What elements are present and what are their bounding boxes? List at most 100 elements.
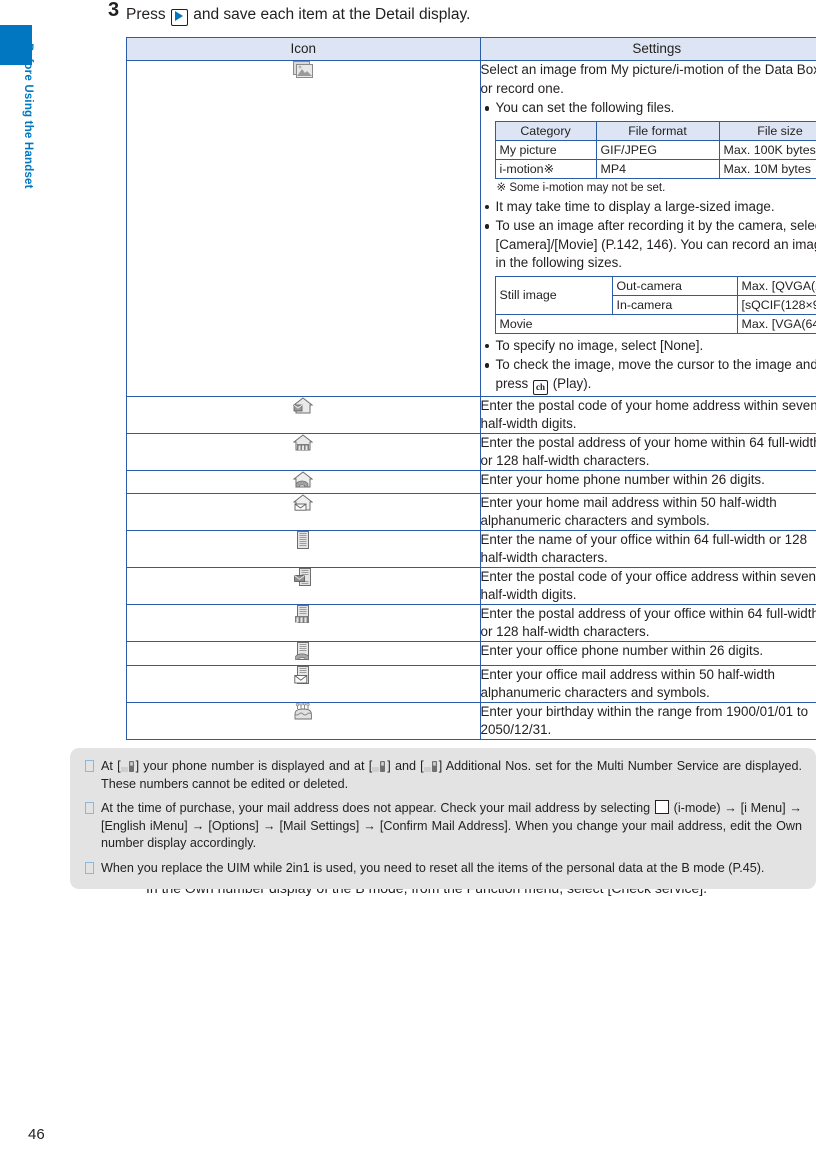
cell-icon [126,529,481,568]
image-bullets-mid: It may take time to display a large-size… [481,198,816,273]
cell-icon [126,566,481,605]
note-1-p3: ] and [ [387,759,424,773]
note-item: When you replace the UIM while 2in1 is u… [84,860,802,878]
header-icon: Icon [126,37,481,61]
note-1-p2: ] your phone number is displayed and at … [135,759,373,773]
cell-description: Enter the postal address of your office … [479,603,816,642]
birthday-icon [294,701,313,720]
cell-icon [126,701,481,740]
note-bullet-icon [85,861,94,874]
cell-icon-picture [126,60,481,397]
step-3: 3 Press and save each item at the Detail… [108,0,816,26]
recording-size-table: Still image Out-camera Max. [QVGA(240×32… [494,275,816,334]
cell-movie-size: Max. [VGA(640×480)] [736,313,816,334]
list-item: To use an image after recording it by th… [481,217,816,273]
cell-description: Enter your home mail address within 50 h… [479,492,816,531]
step-3-heading: Press and save each item at the Detail d… [126,4,816,26]
table-row: Enter the name of your office within 64 … [126,529,816,568]
home-phone-icon [292,470,314,488]
file-spec-header-format: File format [595,120,720,141]
image-footnote: ※ Some i-motion may not be set. [496,181,666,194]
list-item: To specify no image, select [None]. [481,337,816,356]
table-row-image: Select an image from My picture/i-motion… [126,60,816,397]
cell-description: Enter the postal code of your home addre… [479,395,816,434]
settings-table-wrapper: Icon Settings Select an image from My pi… [126,37,816,740]
note-bullet-icon [85,802,94,814]
cell-category: My picture [494,139,597,160]
cell-out-camera: Out-camera [611,275,738,296]
cell-filesize: Max. 100K bytes [718,139,816,160]
cell-description: Enter your home phone number within 26 d… [479,469,816,494]
table-row: Enter the postal address of your home wi… [126,432,816,471]
cell-icon [126,492,481,531]
office-name-icon [295,530,311,549]
home-address-icon [292,433,314,451]
cell-description: Enter your office mail address within 50… [479,664,816,703]
table-row: Enter the postal address of your office … [126,603,816,642]
table-row: Enter your office mail address within 50… [126,664,816,703]
cell-category: i-motion※ [494,158,597,179]
step-3-heading-before: Press [126,6,166,23]
number-c-key-icon [423,760,439,774]
note-item: At the time of purchase, your mail addre… [84,800,802,853]
i-mode-key-icon [654,800,669,814]
cell-filesize: Max. 10M bytes [718,158,816,179]
file-spec-header-row: Category File format File size Image siz… [494,120,816,141]
image-bullets-top: You can set the following files. [481,99,816,118]
picture-icon [293,61,314,78]
file-spec-header-size: File size [718,120,816,141]
note-2-p1: At the time of purchase, your mail addre… [101,801,651,815]
header-settings: Settings [479,37,816,61]
cell-format: GIF/JPEG [595,139,720,160]
table-row: Enter the postal code of your home addre… [126,395,816,434]
note-item: At [ ] your phone number is displayed and… [84,758,802,793]
cell-icon [126,469,481,494]
chapter-label: Before Using the Handset [22,43,34,189]
play-hint-after: (Play). [552,375,592,391]
table-row: Enter your birthday within the range fro… [126,701,816,740]
office-postal-code-icon [293,567,313,586]
cell-description: Enter the postal address of your home wi… [479,432,816,471]
cell-icon [126,640,481,666]
cell-movie: Movie [494,313,738,334]
cell-description: Enter your birthday within the range fro… [479,701,816,740]
home-mail-icon [292,493,314,511]
home-postal-code-icon [292,396,314,414]
file-spec-header-category: Category [494,120,597,141]
right-arrow-key-icon [170,9,188,26]
cell-in-camera-size: [sQCIF(128×96)]/[QCIF(176×144)] [736,294,816,315]
settings-table: Icon Settings Select an image from My pi… [126,37,816,740]
number-b-key-icon [372,760,387,774]
number-a-key-icon [120,760,136,774]
list-item: You can set the following files. [481,99,816,118]
note-bullet-icon [85,760,94,772]
note-1-p1: At [ [101,759,121,773]
cell-in-camera: In-camera [611,294,738,315]
step-3-number: 3 [108,0,120,21]
cell-description: Enter the postal code of your office add… [479,566,816,605]
cell-icon [126,432,481,471]
notes-panel: At [ ] your phone number is displayed and… [70,748,816,889]
cell-icon [126,603,481,642]
page-number: 46 [28,1126,45,1143]
image-bullets-bottom: To specify no image, select [None]. To c… [481,337,816,395]
table-header-row: Icon Settings [126,37,816,61]
office-phone-icon [294,641,312,660]
table-row: Enter your home mail address within 50 h… [126,492,816,531]
table-row: Still image Out-camera Max. [QVGA(240×32… [494,275,816,315]
list-item: It may take time to display a large-size… [481,198,816,217]
table-row: i-motion※ MP4 Max. 10M bytes Max. [VGA(6… [494,158,816,179]
image-lead-text: Select an image from My picture/i-motion… [480,62,816,96]
cell-out-camera-size: Max. [QVGA(240×320)] [736,275,816,296]
ch-key-icon: ch [532,379,548,395]
table-row: Enter your office phone number within 26… [126,640,816,666]
list-item: To check the image, move the cursor to t… [481,356,816,395]
table-row: My picture GIF/JPEG Max. 100K bytes Max.… [494,139,816,160]
cell-icon [126,395,481,434]
cell-description: Enter your office phone number within 26… [479,640,816,666]
cell-format: MP4 [595,158,720,179]
file-spec-table: Category File format File size Image siz… [494,120,816,179]
cell-still-image: Still image [494,275,613,315]
office-address-icon [294,604,312,623]
table-row: Movie Max. [VGA(640×480)] [494,313,816,334]
